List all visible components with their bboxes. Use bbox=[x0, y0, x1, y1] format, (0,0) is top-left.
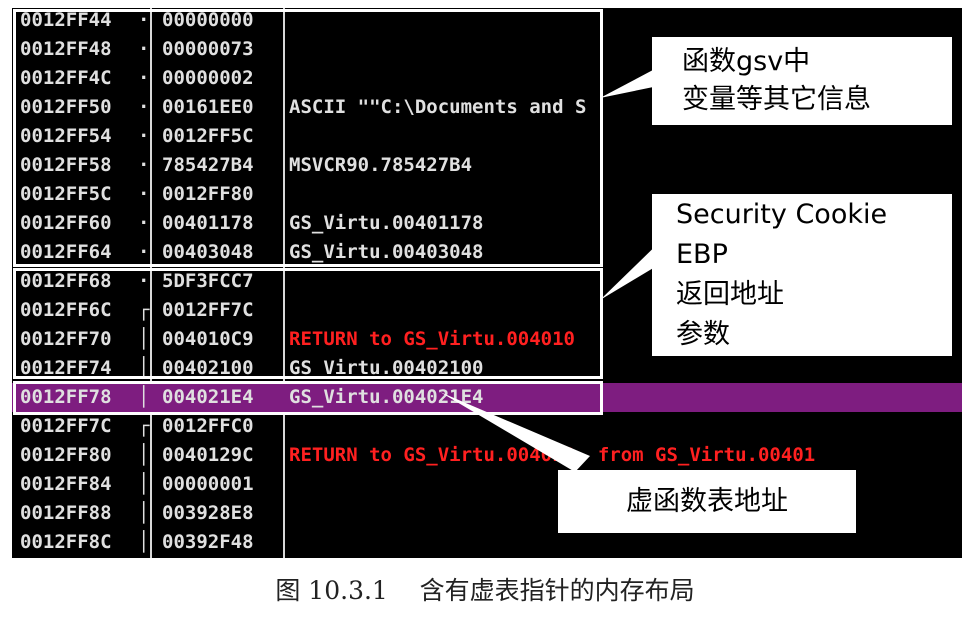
callout-locals: 函数gsv中 变量等其它信息 bbox=[652, 37, 952, 125]
callout-stack-frame: Security Cookie EBP 返回地址 参数 bbox=[652, 194, 952, 356]
callout-line: 返回地址 bbox=[676, 279, 784, 310]
figure-caption: 图 10.3.1 含有虚表指针的内存布局 bbox=[0, 571, 970, 607]
callout-line: EBP bbox=[676, 239, 728, 270]
caption-label: 图 10.3.1 bbox=[275, 576, 388, 605]
callout-line: 函数gsv中 bbox=[682, 46, 811, 77]
callout-line: 虚函数表地址 bbox=[626, 486, 788, 517]
callout-line: Security Cookie bbox=[676, 199, 888, 230]
caption-text: 含有虚表指针的内存布局 bbox=[419, 576, 695, 605]
arrow-vtable bbox=[440, 392, 590, 472]
callout-line: 变量等其它信息 bbox=[682, 84, 871, 115]
callout-vtable: 虚函数表地址 bbox=[558, 470, 856, 533]
callout-line: 参数 bbox=[676, 319, 730, 350]
